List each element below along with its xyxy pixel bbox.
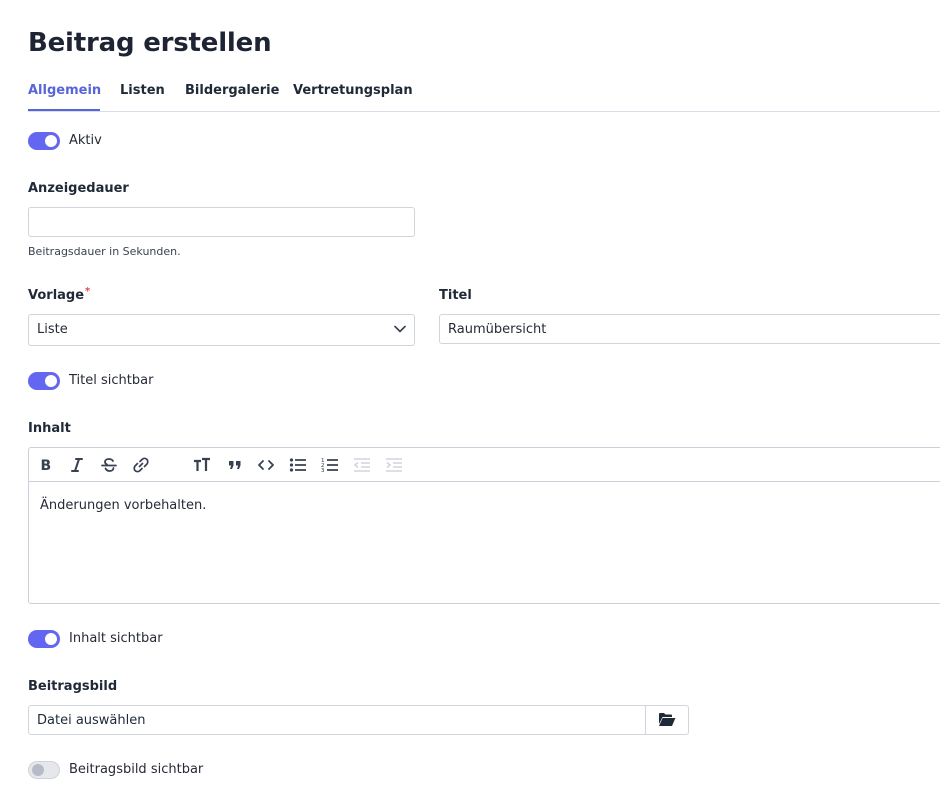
page-title: Beitrag erstellen — [28, 28, 272, 58]
anzeigedauer-hint: Beitragsdauer in Sekunden. — [28, 245, 181, 258]
beitragsbild-label: Beitragsbild — [28, 679, 118, 694]
titel-sichtbar-label: Titel sichtbar — [69, 373, 154, 388]
inhalt-sichtbar-toggle[interactable] — [28, 630, 60, 648]
toggle-knob — [45, 375, 57, 387]
chevron-down-icon — [394, 325, 406, 333]
toggle-knob — [45, 135, 57, 147]
anzeigedauer-label: Anzeigedauer — [28, 181, 129, 196]
rich-text-editor: B 123 Änderungen vorbehalten. — [28, 447, 940, 604]
beitragsbild-file-input[interactable]: Datei auswählen — [28, 705, 689, 735]
inhalt-label: Inhalt — [28, 421, 71, 436]
quote-icon[interactable] — [226, 456, 244, 474]
titel-label: Titel — [439, 288, 472, 303]
svg-text:3: 3 — [321, 468, 325, 474]
inhalt-sichtbar-label: Inhalt sichtbar — [69, 631, 163, 646]
toggle-knob — [45, 633, 57, 645]
code-icon[interactable] — [257, 456, 275, 474]
link-icon[interactable] — [132, 456, 150, 474]
vorlage-select[interactable]: Liste — [28, 314, 415, 346]
required-marker: * — [85, 286, 91, 297]
editor-content[interactable]: Änderungen vorbehalten. — [40, 498, 206, 513]
titel-input[interactable] — [439, 314, 940, 344]
tab-bar: Allgemein Listen Bildergalerie Vertretun… — [28, 83, 940, 112]
titel-sichtbar-toggle[interactable] — [28, 372, 60, 390]
folder-open-icon — [659, 713, 676, 726]
vorlage-label-text: Vorlage — [28, 288, 85, 303]
browse-file-button[interactable] — [645, 706, 688, 734]
vorlage-label: Vorlage* — [28, 286, 91, 303]
italic-icon[interactable] — [68, 456, 86, 474]
aktiv-toggle[interactable] — [28, 132, 60, 150]
bullet-list-icon[interactable] — [289, 456, 307, 474]
beitragsbild-sichtbar-label: Beitragsbild sichtbar — [69, 762, 204, 777]
bold-icon[interactable]: B — [37, 456, 55, 474]
beitragsbild-sichtbar-toggle[interactable] — [28, 761, 60, 779]
anzeigedauer-input[interactable] — [28, 207, 415, 237]
tab-bildergalerie[interactable]: Bildergalerie — [185, 83, 279, 98]
editor-toolbar: B 123 — [29, 448, 940, 482]
vorlage-selected-value: Liste — [37, 322, 68, 337]
svg-text:B: B — [41, 458, 52, 474]
aktiv-label: Aktiv — [69, 133, 102, 148]
tab-listen[interactable]: Listen — [120, 83, 165, 98]
heading-icon[interactable] — [193, 456, 211, 474]
tab-vertretungsplan[interactable]: Vertretungsplan — [293, 83, 413, 98]
active-tab-indicator — [28, 109, 100, 111]
decrease-indent-icon[interactable] — [353, 456, 371, 474]
toggle-knob — [32, 764, 44, 776]
increase-indent-icon[interactable] — [385, 456, 403, 474]
numbered-list-icon[interactable]: 123 — [321, 456, 339, 474]
strikethrough-icon[interactable] — [100, 456, 118, 474]
file-placeholder: Datei auswählen — [37, 713, 146, 728]
tab-allgemein[interactable]: Allgemein — [28, 83, 101, 98]
